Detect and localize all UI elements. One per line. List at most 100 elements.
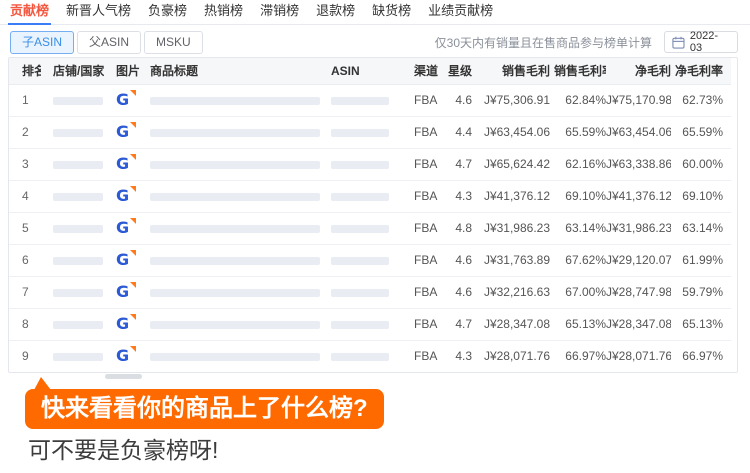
promo-bubble-text: 快来看看你的商品上了什么榜?: [41, 395, 368, 422]
column-header-star: 星级: [444, 58, 482, 84]
title-placeholder: [150, 97, 320, 105]
tab-out-of-stock[interactable]: 缺货榜: [372, 0, 411, 24]
cell-net_margin: 66.97%: [671, 340, 731, 372]
cell-channel: FBA: [402, 212, 444, 244]
cell-star: 4.3: [444, 340, 482, 372]
column-header-net_profit: 净毛利: [606, 58, 671, 84]
cell-channel: FBA: [402, 340, 444, 372]
cell-net_margin: 63.14%: [671, 212, 731, 244]
title-placeholder: [150, 225, 320, 233]
cell-sales_gross_profit: J¥31,986.23: [482, 212, 554, 244]
store-placeholder: [53, 257, 103, 265]
tab-refund[interactable]: 退款榜: [316, 0, 355, 24]
store-placeholder: [53, 97, 103, 105]
cell-sales_gross_profit: J¥63,454.06: [482, 116, 554, 148]
cell-sales_gross_margin: 62.16%: [554, 148, 606, 180]
cell-net_margin: 60.00%: [671, 148, 731, 180]
table-row[interactable]: 8GFBA4.7J¥28,347.0865.13%J¥28,347.0865.1…: [9, 308, 731, 340]
product-image-logo-icon: G: [116, 92, 129, 108]
cell-net_profit: J¥29,120.07: [606, 244, 671, 276]
table-row[interactable]: 6GFBA4.6J¥31,763.8967.62%J¥29,120.0761.9…: [9, 244, 731, 276]
store-placeholder: [53, 161, 103, 169]
cell-net_margin: 61.99%: [671, 244, 731, 276]
cell-net_profit: J¥28,071.76: [606, 340, 671, 372]
cell-channel: FBA: [402, 276, 444, 308]
store-placeholder: [53, 353, 103, 361]
column-header-net_margin: 净毛利率: [671, 58, 731, 84]
asin-type-button-child-asin[interactable]: 子ASIN: [10, 31, 74, 54]
cell-rank: 1: [9, 84, 41, 116]
cell-rank: 7: [9, 276, 41, 308]
store-placeholder: [53, 321, 103, 329]
month-picker-value: 2022-03: [690, 30, 730, 54]
cell-net_margin: 69.10%: [671, 180, 731, 212]
product-image-logo-icon: G: [116, 316, 129, 332]
cell-star: 4.6: [444, 276, 482, 308]
cell-rank: 3: [9, 148, 41, 180]
cell-sales_gross_margin: 65.13%: [554, 308, 606, 340]
cell-star: 4.7: [444, 308, 482, 340]
column-header-store: 店铺/国家: [41, 58, 104, 84]
product-image-logo-icon: G: [116, 220, 129, 236]
table-row[interactable]: 9GFBA4.3J¥28,071.7666.97%J¥28,071.7666.9…: [9, 340, 731, 372]
cell-net_margin: 59.79%: [671, 276, 731, 308]
calc-note: 仅30天内有销量且在售商品参与榜单计算: [435, 34, 652, 51]
table-row[interactable]: 7GFBA4.6J¥32,216.6367.00%J¥28,747.9859.7…: [9, 276, 731, 308]
table-body: 1GFBA4.6J¥75,306.9162.84%J¥75,170.9862.7…: [9, 84, 731, 372]
cell-sales_gross_profit: J¥32,216.63: [482, 276, 554, 308]
ranking-table: 排名店铺/国家图片商品标题ASIN渠道星级销售毛利销售毛利率净毛利净毛利率 1G…: [8, 57, 738, 373]
asin-type-button-msku[interactable]: MSKU: [144, 31, 203, 54]
cell-star: 4.6: [444, 244, 482, 276]
title-placeholder: [150, 257, 320, 265]
tab-hot-sale[interactable]: 热销榜: [204, 0, 243, 24]
title-placeholder: [150, 193, 320, 201]
table-row[interactable]: 1GFBA4.6J¥75,306.9162.84%J¥75,170.9862.7…: [9, 84, 731, 116]
cell-sales_gross_profit: J¥65,624.42: [482, 148, 554, 180]
asin-placeholder: [331, 193, 389, 201]
cell-sales_gross_profit: J¥41,376.12: [482, 180, 554, 212]
asin-type-button-parent-asin[interactable]: 父ASIN: [77, 31, 141, 54]
cell-rank: 9: [9, 340, 41, 372]
tab-performance-contribution[interactable]: 业绩贡献榜: [428, 0, 493, 24]
table-row[interactable]: 5GFBA4.8J¥31,986.2363.14%J¥31,986.2363.1…: [9, 212, 731, 244]
cell-sales_gross_profit: J¥28,347.08: [482, 308, 554, 340]
tab-negative-rich[interactable]: 负豪榜: [148, 0, 187, 24]
column-header-rank: 排名: [9, 58, 41, 84]
tab-slow-sale[interactable]: 滞销榜: [260, 0, 299, 24]
cell-sales_gross_profit: J¥31,763.89: [482, 244, 554, 276]
asin-placeholder: [331, 129, 389, 137]
product-image-logo-icon: G: [116, 252, 129, 268]
cell-channel: FBA: [402, 244, 444, 276]
title-placeholder: [150, 353, 320, 361]
product-image-logo-icon: G: [116, 188, 129, 204]
cell-net_profit: J¥28,347.08: [606, 308, 671, 340]
column-header-sales_gross_profit: 销售毛利: [482, 58, 554, 84]
table-row[interactable]: 3GFBA4.7J¥65,624.4262.16%J¥63,338.8660.0…: [9, 148, 731, 180]
store-placeholder: [53, 225, 103, 233]
cell-channel: FBA: [402, 116, 444, 148]
column-header-image: 图片: [104, 58, 142, 84]
cell-net_profit: J¥28,747.98: [606, 276, 671, 308]
cell-channel: FBA: [402, 180, 444, 212]
cell-rank: 8: [9, 308, 41, 340]
cell-sales_gross_margin: 67.00%: [554, 276, 606, 308]
title-placeholder: [150, 129, 320, 137]
title-placeholder: [150, 161, 320, 169]
cell-sales_gross_margin: 65.59%: [554, 116, 606, 148]
cell-star: 4.7: [444, 148, 482, 180]
asin-placeholder: [331, 321, 389, 329]
cell-channel: FBA: [402, 308, 444, 340]
cell-sales_gross_margin: 62.84%: [554, 84, 606, 116]
cell-star: 4.4: [444, 116, 482, 148]
tab-contribution[interactable]: 贡献榜: [10, 0, 49, 24]
asin-placeholder: [331, 289, 389, 297]
tab-new-popular[interactable]: 新晋人气榜: [66, 0, 131, 24]
store-placeholder: [53, 289, 103, 297]
month-picker[interactable]: 2022-03: [664, 31, 738, 53]
page: 贡献榜新晋人气榜负豪榜热销榜滞销榜退款榜缺货榜业绩贡献榜 子ASIN父ASINM…: [0, 0, 750, 473]
title-placeholder: [150, 321, 320, 329]
table-row[interactable]: 2GFBA4.4J¥63,454.0665.59%J¥63,454.0665.5…: [9, 116, 731, 148]
cell-net_profit: J¥63,338.86: [606, 148, 671, 180]
table-row[interactable]: 4GFBA4.3J¥41,376.1269.10%J¥41,376.1269.1…: [9, 180, 731, 212]
horizontal-scrollbar-thumb[interactable]: [105, 374, 142, 379]
